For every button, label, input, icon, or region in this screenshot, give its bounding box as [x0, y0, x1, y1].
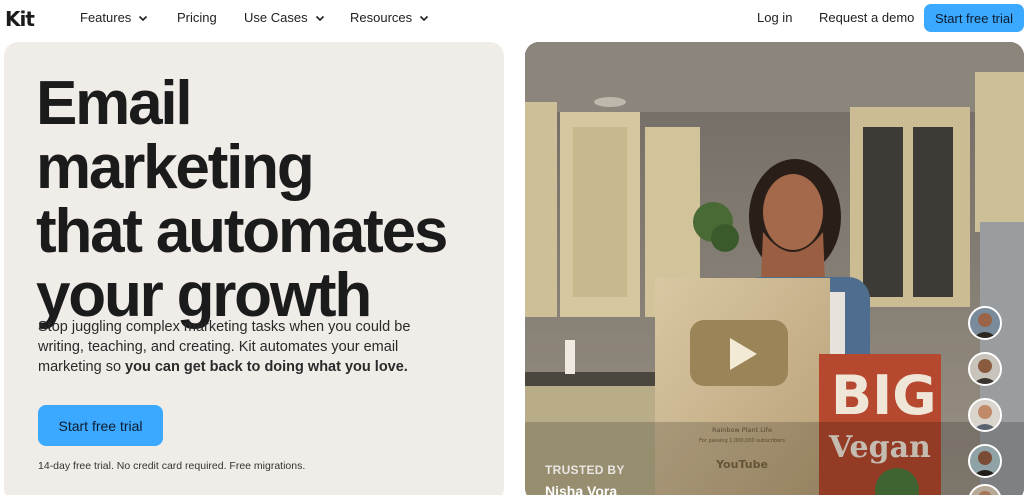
creator-avatar[interactable]: [968, 398, 1002, 432]
hero-start-trial-button[interactable]: Start free trial: [38, 405, 163, 446]
testimonial-name: Nisha Vora: [545, 483, 618, 495]
avatar-portrait-icon: [970, 354, 1000, 384]
nav-pricing[interactable]: Pricing: [177, 10, 217, 25]
hero-photo-panel: Rainbow Plant Life For passing 1,000,000…: [525, 42, 1024, 495]
nav-resources[interactable]: Resources: [350, 10, 430, 25]
chevron-down-icon: [315, 15, 324, 21]
chevron-down-icon: [420, 15, 429, 21]
headline-line-1: Email marketing: [36, 69, 315, 202]
avatar-portrait-icon: [970, 486, 1000, 495]
nav-features-label: Features: [80, 10, 132, 25]
book-title-big: BIG: [831, 364, 937, 427]
creator-avatar[interactable]: [968, 444, 1002, 478]
login-link[interactable]: Log in: [757, 10, 792, 25]
kit-logo[interactable]: Kit: [5, 7, 35, 31]
nav-resources-label: Resources: [350, 10, 413, 25]
creator-kitchen-photo: Rainbow Plant Life For passing 1,000,000…: [525, 42, 1024, 495]
avatar-portrait-icon: [970, 400, 1000, 430]
chevron-down-icon: [139, 15, 148, 21]
nav-start-trial-button[interactable]: Start free trial: [924, 4, 1024, 32]
hero-fine-print: 14-day free trial. No credit card requir…: [38, 460, 306, 472]
hero-subheading: Stop juggling complex marketing tasks wh…: [38, 317, 458, 377]
hero-headline: Email marketing that automates your grow…: [36, 72, 476, 328]
nav-pricing-label: Pricing: [177, 10, 217, 25]
creator-avatar[interactable]: [968, 352, 1002, 386]
headline-line-2: that automates: [36, 197, 448, 266]
avatar-portrait-icon: [970, 308, 1000, 338]
subheading-bold-text: you can get back to doing what you love.: [125, 359, 408, 375]
nav-use-cases-label: Use Cases: [244, 10, 308, 25]
nav-use-cases[interactable]: Use Cases: [244, 10, 326, 25]
request-demo-link[interactable]: Request a demo: [819, 10, 914, 25]
top-navigation: Kit Features Pricing Use Cases Resources…: [0, 0, 1024, 36]
creator-avatar[interactable]: [968, 306, 1002, 340]
avatar-portrait-icon: [970, 446, 1000, 476]
trusted-by-label: TRUSTED BY: [545, 463, 625, 477]
nav-features[interactable]: Features: [80, 10, 149, 25]
